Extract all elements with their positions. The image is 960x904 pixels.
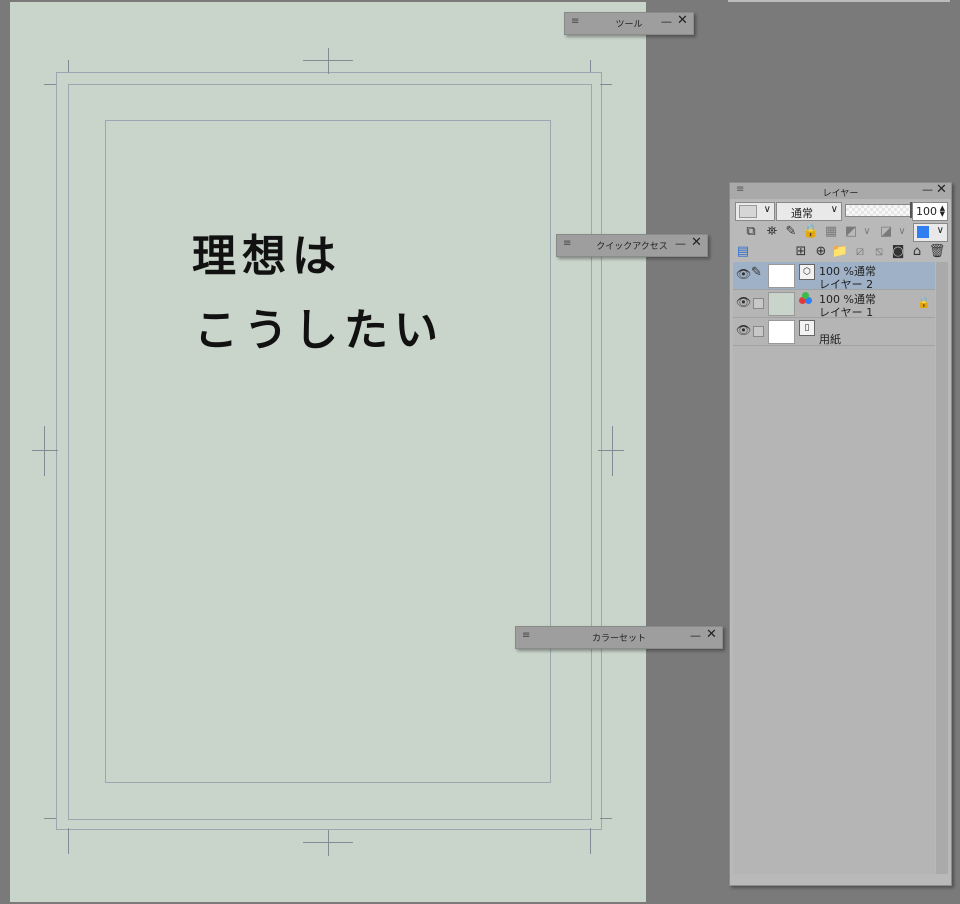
layer-list-scrollbar[interactable]	[936, 262, 948, 874]
minimize-icon[interactable]: —	[690, 629, 701, 642]
eye-icon[interactable]: 👁	[736, 323, 751, 337]
edit-target-checkbox[interactable]	[753, 326, 764, 337]
apply-mask-icon[interactable]: ⌂	[908, 243, 926, 261]
chevron-down-icon[interactable]: ∨	[858, 223, 876, 241]
layer-thumbnail	[768, 292, 795, 316]
canvas-area[interactable]: 理想は こうしたい	[10, 2, 646, 902]
spinner-icon[interactable]: ▲ ▼	[940, 205, 945, 218]
layer-toolbar-row-1: ⧉ ⛯ ✎ 🔒 ▦ ◩ ∨ ◪ ∨ ∨	[730, 221, 951, 243]
lock-icon: 🔒	[917, 296, 931, 309]
crop-mark	[68, 60, 69, 72]
eye-icon[interactable]: 👁	[736, 295, 751, 309]
layer-name-label: 用紙	[819, 333, 841, 346]
vector-layer-icon: ⬡	[799, 264, 815, 280]
color-set-panel[interactable]: ≡ カラーセット — ✕	[515, 626, 723, 649]
layer-panel[interactable]: ≡ レイヤー — ✕ ∨ 通常 ∨ 100 ▲ ▼ ⧉ ⛯ ✎ 🔒 ▦ ◩ ∨ ◪…	[729, 182, 952, 886]
color-dot	[802, 292, 809, 299]
crop-mark	[600, 84, 612, 85]
layer-thumbnail	[768, 264, 795, 288]
crop-mark	[44, 818, 56, 819]
layer-list-icon[interactable]: ▤	[734, 243, 752, 261]
crop-mark	[68, 828, 69, 854]
close-icon[interactable]: ✕	[677, 13, 688, 28]
reference-layer-icon[interactable]: ⛯	[763, 223, 781, 241]
layer-panel-titlebar[interactable]: ≡ レイヤー — ✕	[730, 182, 951, 199]
quick-access-panel[interactable]: ≡ クイックアクセス — ✕	[556, 234, 708, 257]
clip-to-below-icon[interactable]: ⧉	[742, 223, 760, 241]
new-folder-icon[interactable]: 📁	[831, 243, 849, 261]
draft-layer-icon[interactable]: ✎	[782, 223, 800, 241]
layer-row[interactable]: 👁 ▯ 用紙	[733, 318, 935, 346]
handwritten-text-line1: 理想は	[192, 231, 342, 282]
crop-mark	[44, 426, 45, 476]
new-raster-layer-icon[interactable]: ⊞	[792, 243, 810, 261]
crop-mark	[590, 60, 591, 72]
pencil-icon: ✎	[751, 265, 762, 280]
minimize-icon[interactable]: —	[661, 15, 672, 28]
layer-color-swatch	[739, 205, 757, 218]
lock-layer-icon[interactable]: 🔒	[802, 223, 820, 241]
opacity-input[interactable]: 100 ▲ ▼	[912, 202, 948, 221]
create-mask-icon[interactable]: ◙	[889, 243, 907, 261]
layer-row[interactable]: 👁 ✎ ⬡ 100 %通常 レイヤー 2	[733, 262, 935, 291]
blend-mode-value: 通常	[791, 207, 813, 220]
chevron-down-icon: ∨	[830, 204, 838, 215]
crop-mark	[44, 84, 56, 85]
chevron-down-icon[interactable]: ∨	[893, 223, 911, 241]
new-vector-layer-icon[interactable]: ⊕	[812, 243, 830, 261]
tool-panel[interactable]: ≡ ツール — ✕	[564, 12, 694, 35]
blend-mode-dropdown[interactable]: 通常 ∨	[776, 202, 842, 221]
panel-title: レイヤー	[822, 189, 859, 199]
crop-mark	[328, 830, 329, 856]
paper-layer-icon: ▯	[799, 320, 815, 336]
chevron-down-icon: ∨	[763, 204, 771, 215]
trash-icon[interactable]: 🗑	[928, 243, 946, 261]
crop-mark	[598, 450, 624, 451]
panel-edge-top	[728, 0, 950, 2]
layer-properties-row: ∨ 通常 ∨ 100 ▲ ▼	[730, 200, 951, 222]
handwritten-text-line2: こうしたい	[194, 305, 444, 356]
lock-transparent-icon[interactable]: ▦	[822, 223, 840, 241]
color-layer-icon	[799, 292, 813, 306]
crop-mark	[600, 818, 612, 819]
close-icon[interactable]: ✕	[706, 627, 717, 642]
safe-frame	[105, 120, 551, 783]
draw-color-swatch	[917, 226, 929, 238]
opacity-slider[interactable]	[845, 202, 913, 218]
eye-icon[interactable]: 👁	[736, 267, 751, 281]
layer-color-dropdown[interactable]: ∨	[735, 202, 775, 221]
minimize-icon[interactable]: —	[922, 183, 933, 196]
layer-toolbar-row-2: ▤ ⊞ ⊕ 📁 ⧄ ⧅ ◙ ⌂ 🗑	[730, 241, 951, 263]
crop-mark	[32, 450, 58, 451]
crop-mark	[328, 48, 329, 74]
crop-mark	[590, 828, 591, 854]
layer-draw-color-dropdown[interactable]: ∨	[913, 223, 948, 242]
layer-thumbnail	[768, 320, 795, 344]
edit-target-checkbox[interactable]	[753, 298, 764, 309]
close-icon[interactable]: ✕	[936, 182, 947, 197]
transfer-down-icon[interactable]: ⧄	[851, 243, 869, 261]
layer-row[interactable]: 👁 100 %通常 レイヤー 1 🔒	[733, 290, 935, 319]
layer-list[interactable]: 👁 ✎ ⬡ 100 %通常 レイヤー 2 👁 100 %通常 レイヤー 1 🔒 …	[733, 262, 935, 874]
opacity-value: 100	[916, 205, 937, 218]
chevron-down-icon: ∨	[936, 225, 944, 236]
panel-title: ツール	[615, 20, 643, 30]
merge-down-icon[interactable]: ⧅	[870, 243, 888, 261]
close-icon[interactable]: ✕	[691, 235, 702, 250]
crop-mark	[612, 426, 613, 476]
minimize-icon[interactable]: —	[675, 237, 686, 250]
